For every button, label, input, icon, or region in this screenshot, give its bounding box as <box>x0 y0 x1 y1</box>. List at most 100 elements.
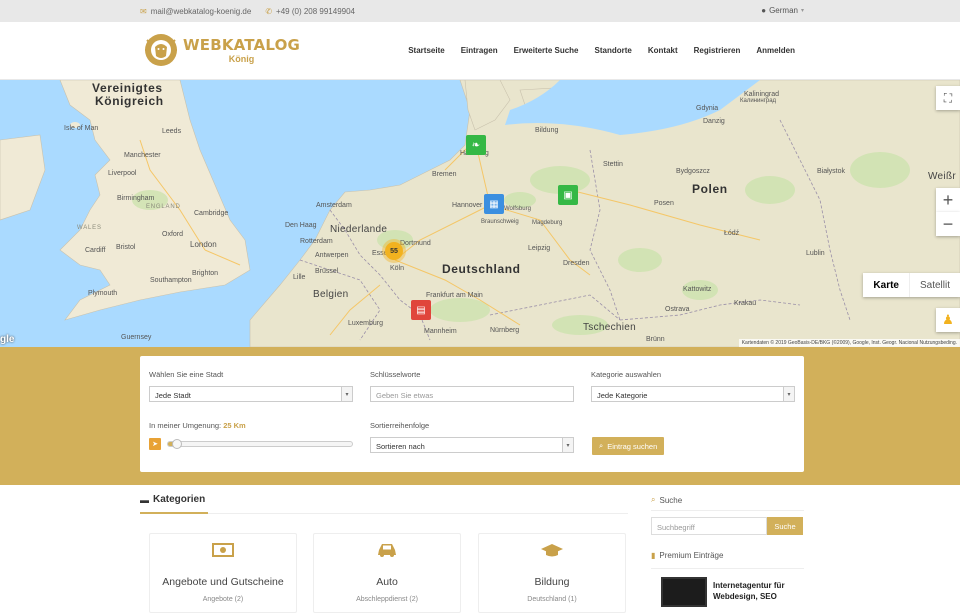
site-logo[interactable]: WEBKATALOG König <box>143 32 300 68</box>
folder-icon: ▬ <box>140 494 149 505</box>
city-lille: Lille <box>293 274 306 281</box>
money-icon <box>150 542 296 558</box>
phone-link[interactable]: ✆ +49 (0) 208 99149904 <box>265 7 355 16</box>
city-dortmund: Dortmund <box>400 240 431 247</box>
city-hannover: Hannover <box>452 202 483 209</box>
chevron-down-icon: ▾ <box>783 387 794 401</box>
nav-startseite[interactable]: Startseite <box>408 46 444 55</box>
city-bruenn: Brünn <box>646 336 665 343</box>
city-bydgoszcz: Bydgoszcz <box>676 168 710 175</box>
city-bristol: Bristol <box>116 244 136 251</box>
search-submit-button[interactable]: ⌕ Eintrag suchen <box>592 437 665 455</box>
locate-button[interactable]: ➤ <box>149 438 161 450</box>
graduation-cap-icon <box>479 542 625 558</box>
brand-name: WEBKATALOG <box>183 36 301 54</box>
minus-icon: − <box>942 213 954 234</box>
language-selector[interactable]: ● German ▾ <box>761 6 804 15</box>
city-mannheim: Mannheim <box>424 328 457 335</box>
city-krakau: Krakau <box>734 300 757 307</box>
category-select[interactable]: Jede Kategorie ▾ <box>591 386 795 402</box>
hospital-icon: ▤ <box>416 304 426 316</box>
lion-logo-icon <box>145 34 177 66</box>
sidebar-search-input[interactable]: Suchbegriff <box>651 517 767 535</box>
radius-slider-handle[interactable] <box>172 439 183 449</box>
sidebar-search-button[interactable]: Suche <box>767 517 803 535</box>
map-attribution[interactable]: Kartendaten © 2019 GeoBasis-DE/BKG (©200… <box>738 339 960 347</box>
categories-divider-accent <box>140 512 208 514</box>
briefcase-icon: ▣ <box>563 189 573 201</box>
category-card-title: Bildung <box>534 576 570 588</box>
city-kaliningrad: Kaliningrad <box>744 91 780 98</box>
city-leeds: Leeds <box>162 128 182 135</box>
city-leipzig: Leipzig <box>528 245 551 252</box>
categories-heading: ▬ Kategorien <box>140 494 205 505</box>
search-icon: ⌕ <box>651 495 656 504</box>
region-label-england: ENGLAND <box>146 204 181 210</box>
map-marker-berlin[interactable]: ▣ <box>558 185 578 205</box>
nav-erweiterte-suche[interactable]: Erweiterte Suche <box>514 46 579 55</box>
keyword-input[interactable]: Geben Sie etwas <box>370 386 574 402</box>
map-type-karte[interactable]: Karte <box>863 273 909 297</box>
nav-anmelden[interactable]: Anmelden <box>756 46 795 55</box>
category-card-auto[interactable]: Auto Abschleppdienst (2) <box>313 533 461 613</box>
main-content: ▬ Kategorien Angebote und Gutscheine Ang… <box>0 485 960 613</box>
category-select-value: Jede Kategorie <box>597 391 648 400</box>
city-antwerpen: Antwerpen <box>315 252 349 259</box>
categories-divider <box>140 513 628 514</box>
city-select-value: Jede Stadt <box>155 391 191 400</box>
radius-slider[interactable] <box>167 439 353 449</box>
sort-select[interactable]: Sortieren nach ▾ <box>370 437 574 453</box>
nav-kontakt[interactable]: Kontakt <box>648 46 678 55</box>
leaf-icon: ❧ <box>471 139 481 151</box>
streetview-pegman[interactable]: ♟ <box>936 308 960 332</box>
city-luxemburg: Luxemburg <box>348 320 384 327</box>
keyword-label: Schlüsselworte <box>370 370 421 379</box>
premium-entry-thumbnail[interactable] <box>661 577 707 607</box>
category-card-title: Angebote und Gutscheine <box>162 576 284 588</box>
fullscreen-icon: ⛶ <box>943 90 953 105</box>
city-gdynia: Gdynia <box>696 105 719 112</box>
city-koeln: Köln <box>390 265 405 272</box>
city-select-label: Wählen Sie eine Stadt <box>149 370 224 379</box>
city-bruessel: Brüssel <box>315 268 339 275</box>
language-label: German <box>769 6 798 15</box>
envelope-icon: ✉ <box>140 7 147 16</box>
email-link[interactable]: ✉ mail@webkatalog-koenig.de <box>140 7 251 16</box>
search-submit-label: Eintrag suchen <box>607 441 658 451</box>
chevron-down-icon: ▾ <box>341 387 352 401</box>
nav-registrieren[interactable]: Registrieren <box>694 46 741 55</box>
city-posen: Posen <box>654 200 674 207</box>
location-arrow-icon: ➤ <box>152 441 158 448</box>
map-marker-frankfurt[interactable]: ▤ <box>411 300 431 320</box>
map-marker-hannover[interactable]: ▦ <box>484 194 504 214</box>
category-card-title: Auto <box>376 576 398 588</box>
country-label-pl: Polen <box>692 182 728 196</box>
top-bar: ✉ mail@webkatalog-koenig.de ✆ +49 (0) 20… <box>0 0 960 22</box>
premium-entry-title[interactable]: Internetagentur für Webdesign, SEO <box>713 580 803 602</box>
fullscreen-button[interactable]: ⛶ <box>936 86 960 110</box>
zoom-out-button[interactable]: − <box>936 212 960 236</box>
city-stettin: Stettin <box>603 161 623 168</box>
map-type-satellit[interactable]: Satellit <box>908 273 960 297</box>
plus-icon: + <box>942 189 954 210</box>
sort-select-value: Sortieren nach <box>376 442 425 451</box>
zoom-in-button[interactable]: + <box>936 188 960 212</box>
sidebar-search-title: Suche <box>659 495 683 505</box>
map-marker-hamburg[interactable]: ❧ <box>466 135 486 155</box>
map-view[interactable]: Vereinigtes Königreich Niederlande Belgi… <box>0 80 960 347</box>
category-card-angebote[interactable]: Angebote und Gutscheine Angebote (2) <box>149 533 297 613</box>
city-birmingham: Birmingham <box>117 195 155 202</box>
city-oxford: Oxford <box>162 231 184 238</box>
city-southampton: Southampton <box>150 277 192 284</box>
chevron-down-icon: ▾ <box>562 438 573 452</box>
radius-value: 25 Km <box>223 421 246 430</box>
city-select[interactable]: Jede Stadt ▾ <box>149 386 353 402</box>
city-nuernberg: Nürnberg <box>490 327 520 334</box>
nav-eintragen[interactable]: Eintragen <box>461 46 498 55</box>
city-frankfurt: Frankfurt am Main <box>426 292 483 299</box>
sidebar-divider <box>651 568 804 569</box>
nav-standorte[interactable]: Standorte <box>595 46 632 55</box>
map-cluster[interactable]: 55 <box>385 242 403 260</box>
map-type-control: Karte Satellit <box>863 273 960 297</box>
category-card-bildung[interactable]: Bildung Deutschland (1) <box>478 533 626 613</box>
